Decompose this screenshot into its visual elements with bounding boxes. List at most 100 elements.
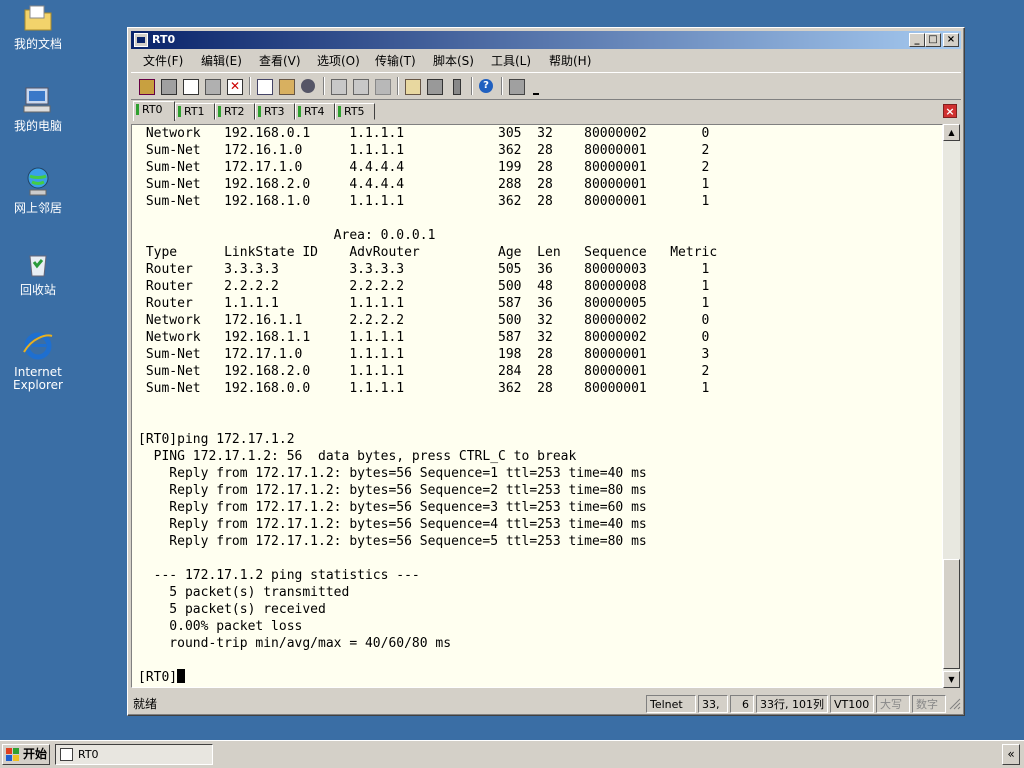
session-options-icon[interactable] bbox=[403, 77, 421, 95]
disconnect-icon[interactable]: ✕ bbox=[225, 77, 243, 95]
terminal-line: [RT0]ping 172.17.1.2 bbox=[138, 432, 295, 447]
status-row: 33, bbox=[698, 695, 728, 713]
terminal-line: Area: 0.0.0.1 bbox=[138, 228, 436, 243]
print-setup-icon[interactable] bbox=[329, 77, 347, 95]
sftp-icon[interactable] bbox=[507, 77, 525, 95]
toolbar-overflow-icon[interactable] bbox=[529, 77, 547, 95]
network-places-icon bbox=[22, 166, 54, 198]
my-computer-icon bbox=[22, 84, 54, 116]
recycle-bin-icon bbox=[22, 248, 54, 280]
scroll-thumb[interactable] bbox=[943, 559, 960, 669]
resize-grip-icon[interactable] bbox=[949, 698, 961, 710]
key-map-icon[interactable] bbox=[447, 77, 465, 95]
menu-tools[interactable]: 工具(L) bbox=[491, 52, 531, 69]
desktop-icon-network-places[interactable]: 网上邻居 bbox=[0, 166, 76, 215]
terminal-line: Router 2.2.2.2 2.2.2.2 500 48 80000008 1 bbox=[138, 279, 710, 294]
terminal-line: Reply from 172.17.1.2: bytes=56 Sequence… bbox=[138, 517, 647, 532]
terminal-line: round-trip min/avg/max = 40/60/80 ms bbox=[138, 636, 452, 651]
terminal-line: Sum-Net 172.16.1.0 1.1.1.1 362 28 800000… bbox=[138, 143, 710, 158]
my-documents-icon bbox=[22, 2, 54, 34]
scroll-down-icon[interactable]: ▼ bbox=[943, 671, 960, 688]
terminal-line: Reply from 172.17.1.2: bytes=56 Sequence… bbox=[138, 534, 647, 549]
title-bar[interactable]: RT0 _ □ × bbox=[131, 31, 961, 49]
tab-rt1[interactable]: RT1 bbox=[175, 103, 215, 120]
status-ready: 就绪 bbox=[133, 697, 158, 711]
paste-icon[interactable] bbox=[277, 77, 295, 95]
tab-close-icon[interactable]: × bbox=[943, 104, 957, 118]
terminal-line: Reply from 172.17.1.2: bytes=56 Sequence… bbox=[138, 500, 647, 515]
help-icon[interactable]: ? bbox=[477, 77, 495, 95]
taskbar-item-rt0[interactable]: RT0 bbox=[55, 744, 213, 765]
terminal-line: Sum-Net 192.168.2.0 4.4.4.4 288 28 80000… bbox=[138, 177, 710, 192]
terminal-line: 0.00% packet loss bbox=[138, 619, 303, 634]
terminal-line: Sum-Net 192.168.1.0 1.1.1.1 362 28 80000… bbox=[138, 194, 710, 209]
tab-rt0[interactable]: RT0 bbox=[133, 101, 175, 121]
desktop-icon-my-documents[interactable]: 我的文档 bbox=[0, 2, 76, 51]
global-options-icon[interactable] bbox=[425, 77, 443, 95]
terminal-line: Sum-Net 192.168.2.0 1.1.1.1 284 28 80000… bbox=[138, 364, 710, 379]
window-title: RT0 bbox=[152, 33, 176, 46]
menu-file[interactable]: 文件(F) bbox=[143, 52, 183, 69]
terminal-line: Type LinkState ID AdvRouter Age Len Sequ… bbox=[138, 245, 718, 260]
tray-expand-button[interactable]: « bbox=[1002, 744, 1020, 765]
vertical-scrollbar[interactable]: ▲ ▼ bbox=[943, 124, 960, 688]
menu-bar: 文件(F) 编辑(E) 查看(V) 选项(O) 传输(T) 脚本(S) 工具(L… bbox=[131, 50, 961, 69]
terminal-line: --- 172.17.1.2 ping statistics --- bbox=[138, 568, 420, 583]
desktop-icon-label: 网上邻居 bbox=[13, 201, 62, 215]
status-num: 数字 bbox=[912, 695, 946, 713]
menu-script[interactable]: 脚本(S) bbox=[433, 52, 474, 69]
internet-explorer-icon bbox=[22, 330, 54, 362]
terminal-line: 5 packet(s) received bbox=[138, 602, 326, 617]
desktop-icon-recycle-bin[interactable]: 回收站 bbox=[0, 248, 76, 297]
close-button[interactable]: × bbox=[943, 33, 959, 47]
terminal-app-icon bbox=[60, 748, 73, 761]
print-selection-icon[interactable] bbox=[351, 77, 369, 95]
minimize-button[interactable]: _ bbox=[909, 33, 925, 47]
windows-logo-icon bbox=[6, 748, 19, 761]
terminal-line: Router 3.3.3.3 3.3.3.3 505 36 80000003 1 bbox=[138, 262, 710, 277]
terminal-window: RT0 _ □ × 文件(F) 编辑(E) 查看(V) 选项(O) 传输(T) … bbox=[127, 27, 965, 716]
terminal-line: Router 1.1.1.1 1.1.1.1 587 36 80000005 1 bbox=[138, 296, 710, 311]
desktop-icon-label: 回收站 bbox=[19, 283, 56, 297]
terminal-line: Reply from 172.17.1.2: bytes=56 Sequence… bbox=[138, 466, 647, 481]
tab-rt2[interactable]: RT2 bbox=[215, 103, 255, 120]
quick-connect-icon[interactable] bbox=[159, 77, 177, 95]
status-bar: 就绪 Telnet 33, 6 33行, 101列 VT100 大写 数字 bbox=[131, 694, 961, 714]
connect-tab-icon[interactable] bbox=[181, 77, 199, 95]
terminal-line: [RT0] bbox=[138, 670, 178, 685]
connect-icon[interactable] bbox=[137, 77, 155, 95]
terminal-line: PING 172.17.1.2: 56 data bytes, press CT… bbox=[138, 449, 577, 464]
print-icon[interactable] bbox=[373, 77, 391, 95]
terminal-line: Sum-Net 172.17.1.0 4.4.4.4 199 28 800000… bbox=[138, 160, 710, 175]
menu-help[interactable]: 帮助(H) bbox=[549, 52, 591, 69]
tab-rt3[interactable]: RT3 bbox=[255, 103, 295, 120]
desktop-icon-label: Internet Explorer bbox=[13, 365, 63, 392]
tab-rt5[interactable]: RT5 bbox=[335, 103, 375, 120]
status-size: 33行, 101列 bbox=[756, 695, 828, 713]
desktop-icon-internet-explorer[interactable]: Internet Explorer bbox=[0, 330, 76, 392]
terminal-line: Network 192.168.1.1 1.1.1.1 587 32 80000… bbox=[138, 330, 710, 345]
status-protocol: Telnet bbox=[646, 695, 696, 713]
terminal-line: Network 192.168.0.1 1.1.1.1 305 32 80000… bbox=[138, 126, 710, 141]
menu-edit[interactable]: 编辑(E) bbox=[201, 52, 242, 69]
terminal-line: Sum-Net 192.168.0.0 1.1.1.1 362 28 80000… bbox=[138, 381, 710, 396]
start-button[interactable]: 开始 bbox=[2, 744, 50, 765]
start-label: 开始 bbox=[23, 747, 48, 761]
status-caps: 大写 bbox=[876, 695, 910, 713]
toolbar: ✕ ? bbox=[131, 72, 961, 100]
scroll-up-icon[interactable]: ▲ bbox=[943, 124, 960, 141]
maximize-button[interactable]: □ bbox=[925, 33, 941, 47]
terminal-output[interactable]: Network 192.168.0.1 1.1.1.1 305 32 80000… bbox=[131, 124, 943, 688]
menu-options[interactable]: 选项(O) bbox=[317, 52, 360, 69]
tab-rt4[interactable]: RT4 bbox=[295, 103, 335, 120]
reconnect-icon[interactable] bbox=[203, 77, 221, 95]
menu-view[interactable]: 查看(V) bbox=[259, 52, 301, 69]
taskbar-item-label: RT0 bbox=[78, 748, 99, 761]
app-icon bbox=[134, 33, 148, 47]
copy-icon[interactable] bbox=[255, 77, 273, 95]
status-col: 6 bbox=[730, 695, 754, 713]
terminal-line: Network 172.16.1.1 2.2.2.2 500 32 800000… bbox=[138, 313, 710, 328]
desktop-icon-my-computer[interactable]: 我的电脑 bbox=[0, 84, 76, 133]
menu-transfer[interactable]: 传输(T) bbox=[375, 52, 416, 69]
find-icon[interactable] bbox=[299, 77, 317, 95]
